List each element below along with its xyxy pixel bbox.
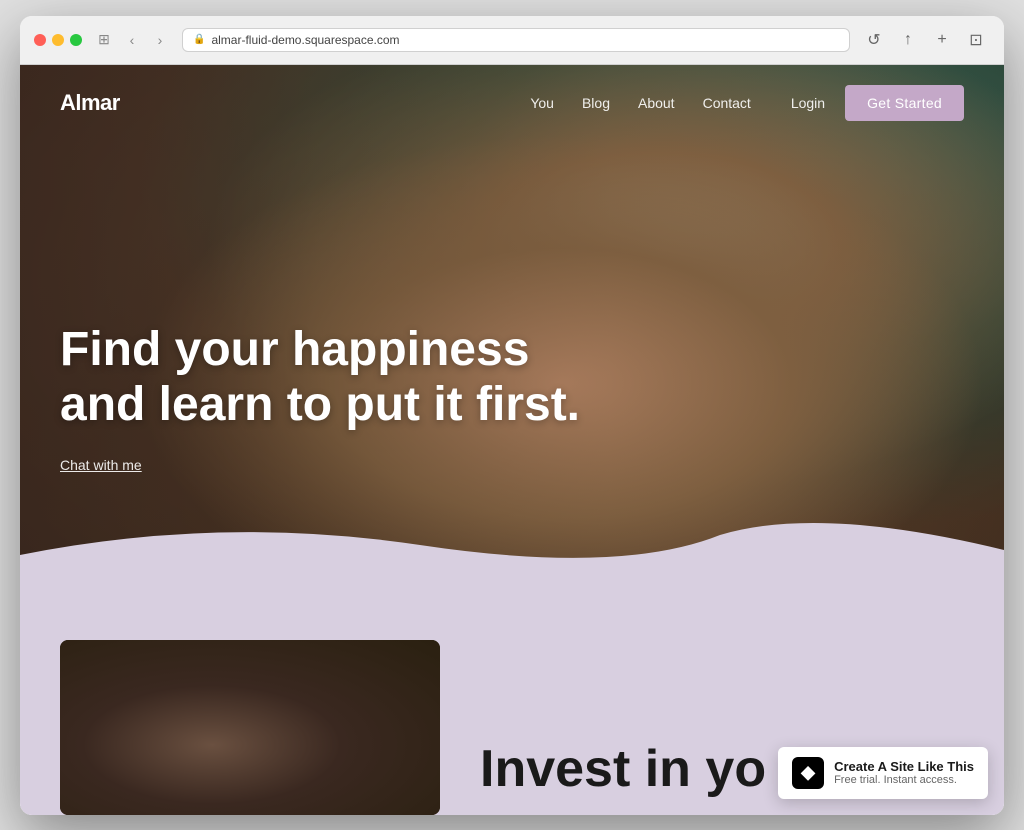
hero-content: Find your happiness and learn to put it …: [60, 322, 580, 474]
sidebar-toggle[interactable]: ⊞: [92, 28, 116, 52]
browser-toolbar: ⊞ ‹ › 🔒 almar-fluid-demo.squarespace.com…: [20, 16, 1004, 65]
windows-button[interactable]: ⊡: [962, 26, 990, 54]
add-tab-button[interactable]: +: [928, 26, 956, 54]
headline-line2: and learn to put it first.: [60, 378, 580, 431]
browser-window: ⊞ ‹ › 🔒 almar-fluid-demo.squarespace.com…: [20, 16, 1004, 815]
refresh-button[interactable]: ↺: [860, 26, 888, 54]
squarespace-badge-subtitle: Free trial. Instant access.: [834, 774, 974, 786]
browser-nav: ⊞ ‹ ›: [92, 28, 172, 52]
squarespace-logo-icon: ◆: [792, 757, 824, 789]
hero-section: Almar You Blog About Contact Login Get S…: [20, 65, 1004, 595]
lavender-section: Invest in yo ◆ Create A Site Like This F…: [20, 595, 1004, 815]
maximize-button[interactable]: [70, 34, 82, 46]
hero-chat-link[interactable]: Chat with me: [60, 457, 142, 473]
back-button[interactable]: ‹: [120, 28, 144, 52]
invest-card-image: [60, 640, 440, 815]
nav-link-you[interactable]: You: [530, 95, 554, 111]
website-content: Almar You Blog About Contact Login Get S…: [20, 65, 1004, 815]
forward-button[interactable]: ›: [148, 28, 172, 52]
minimize-button[interactable]: [52, 34, 64, 46]
site-logo[interactable]: Almar: [60, 90, 120, 116]
site-navigation: Almar You Blog About Contact Login Get S…: [20, 65, 1004, 141]
nav-link-about[interactable]: About: [638, 95, 675, 111]
share-button[interactable]: ↑: [894, 26, 922, 54]
get-started-button[interactable]: Get Started: [845, 85, 964, 121]
squarespace-badge-title: Create A Site Like This: [834, 759, 974, 774]
traffic-lights: [34, 34, 82, 46]
wave-divider: [20, 515, 1004, 595]
hero-headline: Find your happiness and learn to put it …: [60, 322, 580, 432]
nav-links: You Blog About Contact: [530, 95, 751, 111]
url-text: almar-fluid-demo.squarespace.com: [211, 33, 399, 47]
address-bar[interactable]: 🔒 almar-fluid-demo.squarespace.com: [182, 28, 850, 52]
headline-line1: Find your happiness: [60, 323, 529, 376]
nav-link-contact[interactable]: Contact: [703, 95, 751, 111]
browser-actions: ↺ ↑ + ⊡: [860, 26, 990, 54]
nav-login[interactable]: Login: [791, 95, 825, 111]
nav-link-blog[interactable]: Blog: [582, 95, 610, 111]
squarespace-badge-text: Create A Site Like This Free trial. Inst…: [834, 759, 974, 786]
lock-icon: 🔒: [193, 34, 205, 45]
squarespace-badge[interactable]: ◆ Create A Site Like This Free trial. In…: [778, 747, 988, 799]
close-button[interactable]: [34, 34, 46, 46]
